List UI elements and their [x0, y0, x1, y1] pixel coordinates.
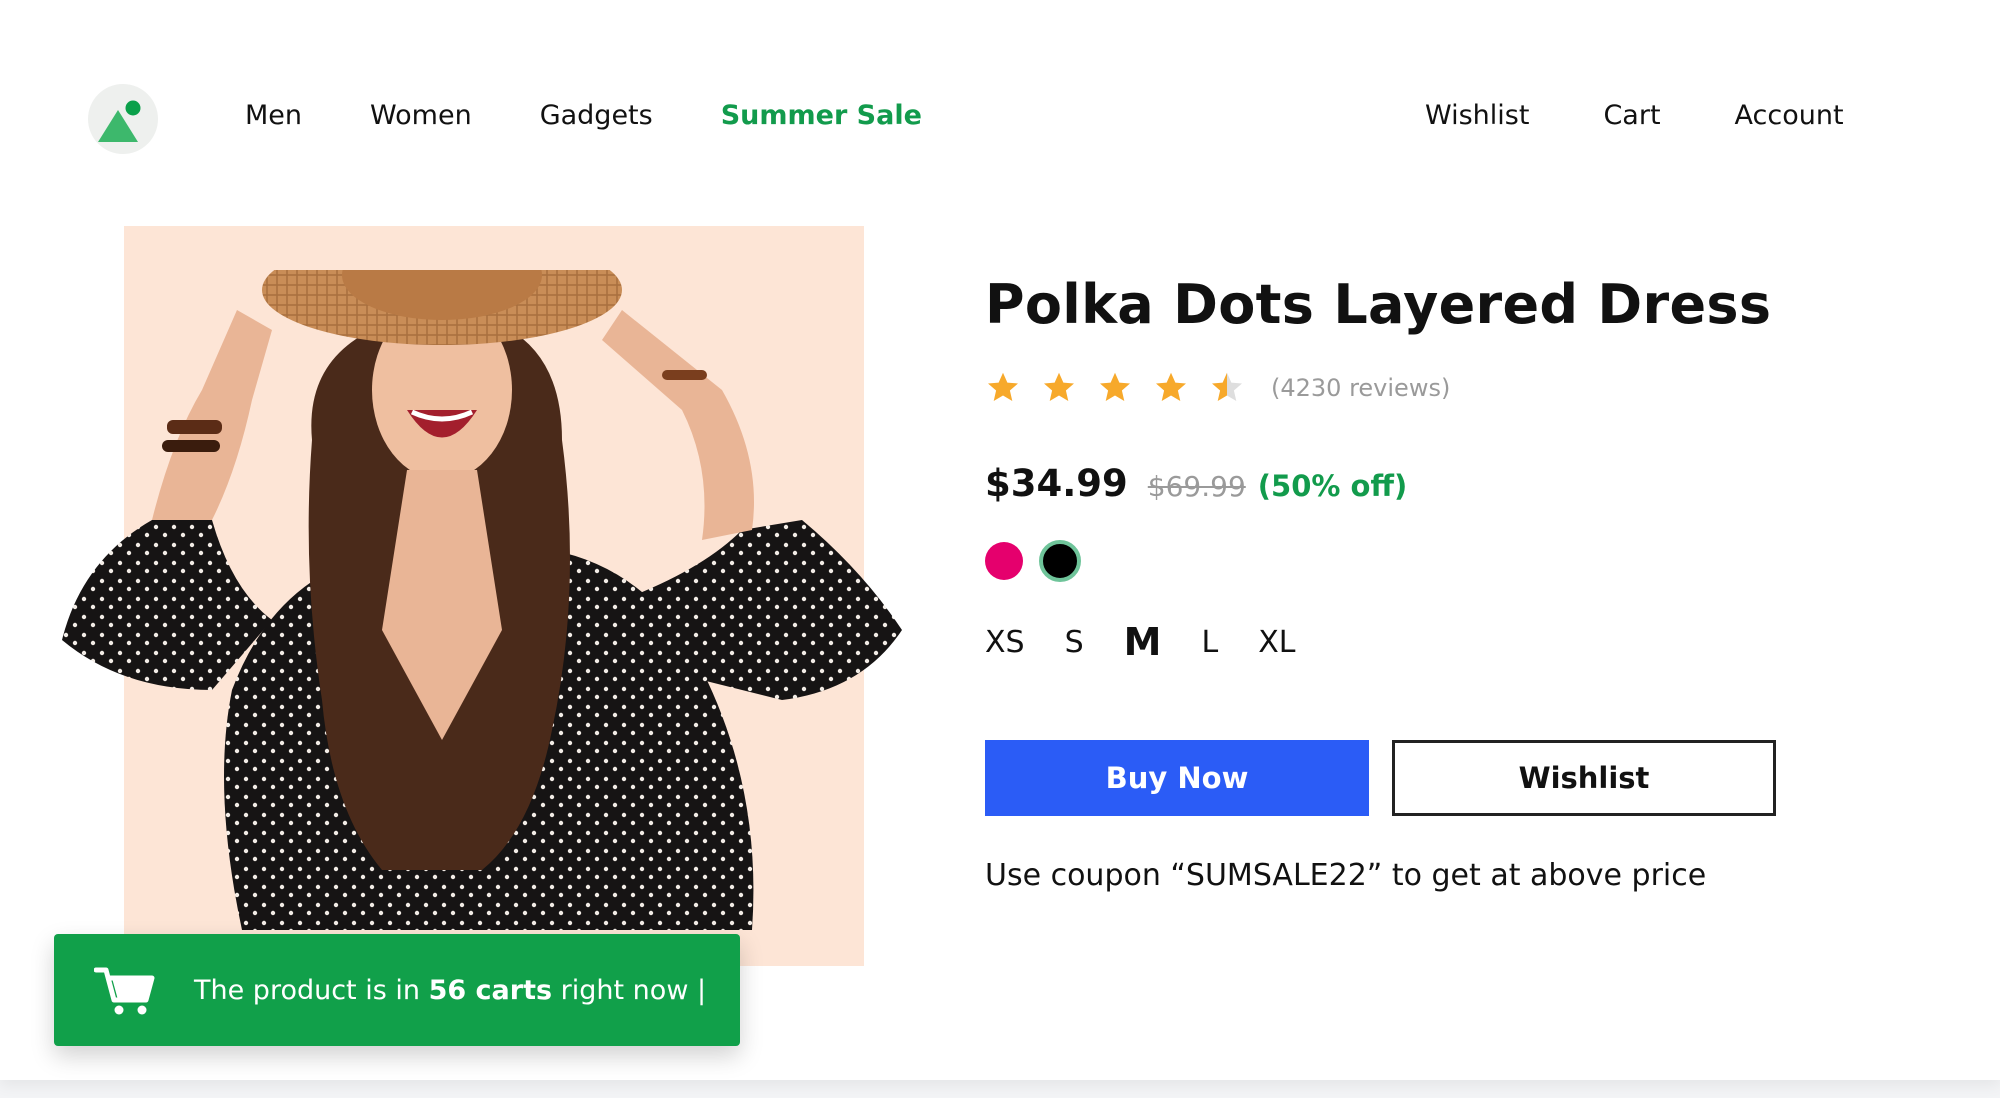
account-nav: Wishlist Cart Account: [1425, 96, 1918, 136]
nav-link-men[interactable]: Men: [245, 96, 302, 136]
star-half-icon: [1212, 372, 1242, 402]
star-icon: [1156, 372, 1186, 402]
cart-activity-toast: The product is in 56 carts right now |: [54, 934, 740, 1046]
add-to-wishlist-button[interactable]: Wishlist: [1392, 740, 1776, 816]
logo-mark-icon: [98, 100, 141, 142]
toast-cart-count: 56 carts: [428, 974, 553, 1006]
nav-link-account[interactable]: Account: [1735, 96, 1844, 136]
color-swatch-black[interactable]: [1039, 540, 1081, 582]
color-swatch-pink[interactable]: [985, 542, 1023, 580]
color-selector: [985, 540, 1097, 582]
brand-logo[interactable]: [88, 84, 158, 154]
coupon-message: Use coupon “SUMSALE22” to get at above p…: [985, 858, 1707, 893]
product-rating[interactable]: (4230 reviews): [985, 370, 1450, 406]
product-page: Men Women Gadgets Summer Sale Wishlist C…: [0, 0, 2000, 1080]
size-option-l[interactable]: L: [1201, 625, 1218, 660]
size-option-xs[interactable]: XS: [985, 625, 1025, 660]
size-option-xl[interactable]: XL: [1258, 625, 1295, 660]
nav-link-gadgets[interactable]: Gadgets: [540, 96, 653, 136]
size-option-m[interactable]: M: [1124, 620, 1162, 664]
star-icon: [1044, 372, 1074, 402]
nav-link-wishlist[interactable]: Wishlist: [1425, 96, 1529, 136]
discount-label: (50% off): [1257, 469, 1408, 503]
nav-link-summer-sale[interactable]: Summer Sale: [721, 96, 922, 136]
review-count[interactable]: (4230 reviews): [1271, 374, 1450, 402]
star-icon: [988, 372, 1018, 402]
original-price: $69.99: [1147, 470, 1246, 503]
nav-link-women[interactable]: Women: [370, 96, 472, 136]
nav-link-cart[interactable]: Cart: [1603, 96, 1660, 136]
primary-nav: Men Women Gadgets Summer Sale: [245, 96, 990, 136]
buy-now-button[interactable]: Buy Now: [985, 740, 1369, 816]
price-row: $34.99 $69.99 (50% off): [985, 462, 1407, 505]
product-image[interactable]: [62, 270, 922, 930]
toast-message: The product is in 56 carts right now |: [194, 974, 707, 1006]
sale-price: $34.99: [985, 462, 1128, 505]
size-option-s[interactable]: S: [1065, 625, 1084, 660]
product-title: Polka Dots Layered Dress: [985, 273, 1772, 336]
cart-icon: [94, 967, 155, 1015]
star-icon: [1100, 372, 1130, 402]
size-selector: XS S M L XL: [985, 620, 1335, 664]
